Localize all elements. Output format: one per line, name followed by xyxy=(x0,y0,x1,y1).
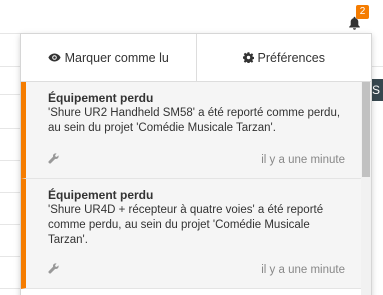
preferences-button[interactable]: Préférences xyxy=(195,34,372,81)
background-divider xyxy=(0,224,20,225)
notification-footer: il y a une minute xyxy=(48,261,345,279)
wrench-icon xyxy=(48,261,59,279)
background-divider xyxy=(0,160,20,161)
notification-body: 'Shure UR2 Handheld SM58' a été reporté … xyxy=(48,107,341,134)
background-divider xyxy=(0,128,20,129)
notification-time: il y a une minute xyxy=(261,264,345,276)
notification-time: il y a une minute xyxy=(261,154,345,166)
notification-count-badge: 2 xyxy=(356,5,369,19)
background-divider xyxy=(0,94,20,95)
notification-title: Équipement perdu xyxy=(48,91,154,105)
notification-item[interactable]: Équipement perdu 'Shure UR4D + récepteur… xyxy=(21,179,361,289)
gear-icon xyxy=(242,52,254,63)
notification-body: 'Shure UR4D + récepteur à quatre voies' … xyxy=(48,204,324,246)
background-divider xyxy=(0,192,20,193)
background-divider xyxy=(0,66,20,67)
notifications-button[interactable]: 2 xyxy=(346,5,369,31)
dropdown-actions: Marquer comme lu Préférences xyxy=(21,34,371,82)
background-divider xyxy=(0,256,20,257)
eye-icon xyxy=(48,53,61,62)
notification-title: Équipement perdu xyxy=(48,188,154,202)
scrollbar[interactable] xyxy=(361,82,371,295)
background-divider xyxy=(0,288,20,289)
preferences-label: Préférences xyxy=(257,50,325,65)
scrollbar-thumb[interactable] xyxy=(362,82,370,177)
background-divider xyxy=(0,33,20,34)
notification-list[interactable]: Équipement perdu 'Shure UR2 Handheld SM5… xyxy=(21,82,371,295)
mark-as-read-label: Marquer comme lu xyxy=(64,50,169,65)
notification-footer: il y a une minute xyxy=(48,151,345,169)
notification-item[interactable]: Équipement perdu 'Shure UR2 Handheld SM5… xyxy=(21,82,361,179)
page: S 2 Marquer comme lu Préférences Équipem… xyxy=(0,0,383,295)
background-divider xyxy=(372,66,383,67)
notifications-dropdown: Marquer comme lu Préférences Équipement … xyxy=(20,33,372,295)
wrench-icon xyxy=(48,151,59,169)
mark-as-read-button[interactable]: Marquer comme lu xyxy=(21,34,196,81)
